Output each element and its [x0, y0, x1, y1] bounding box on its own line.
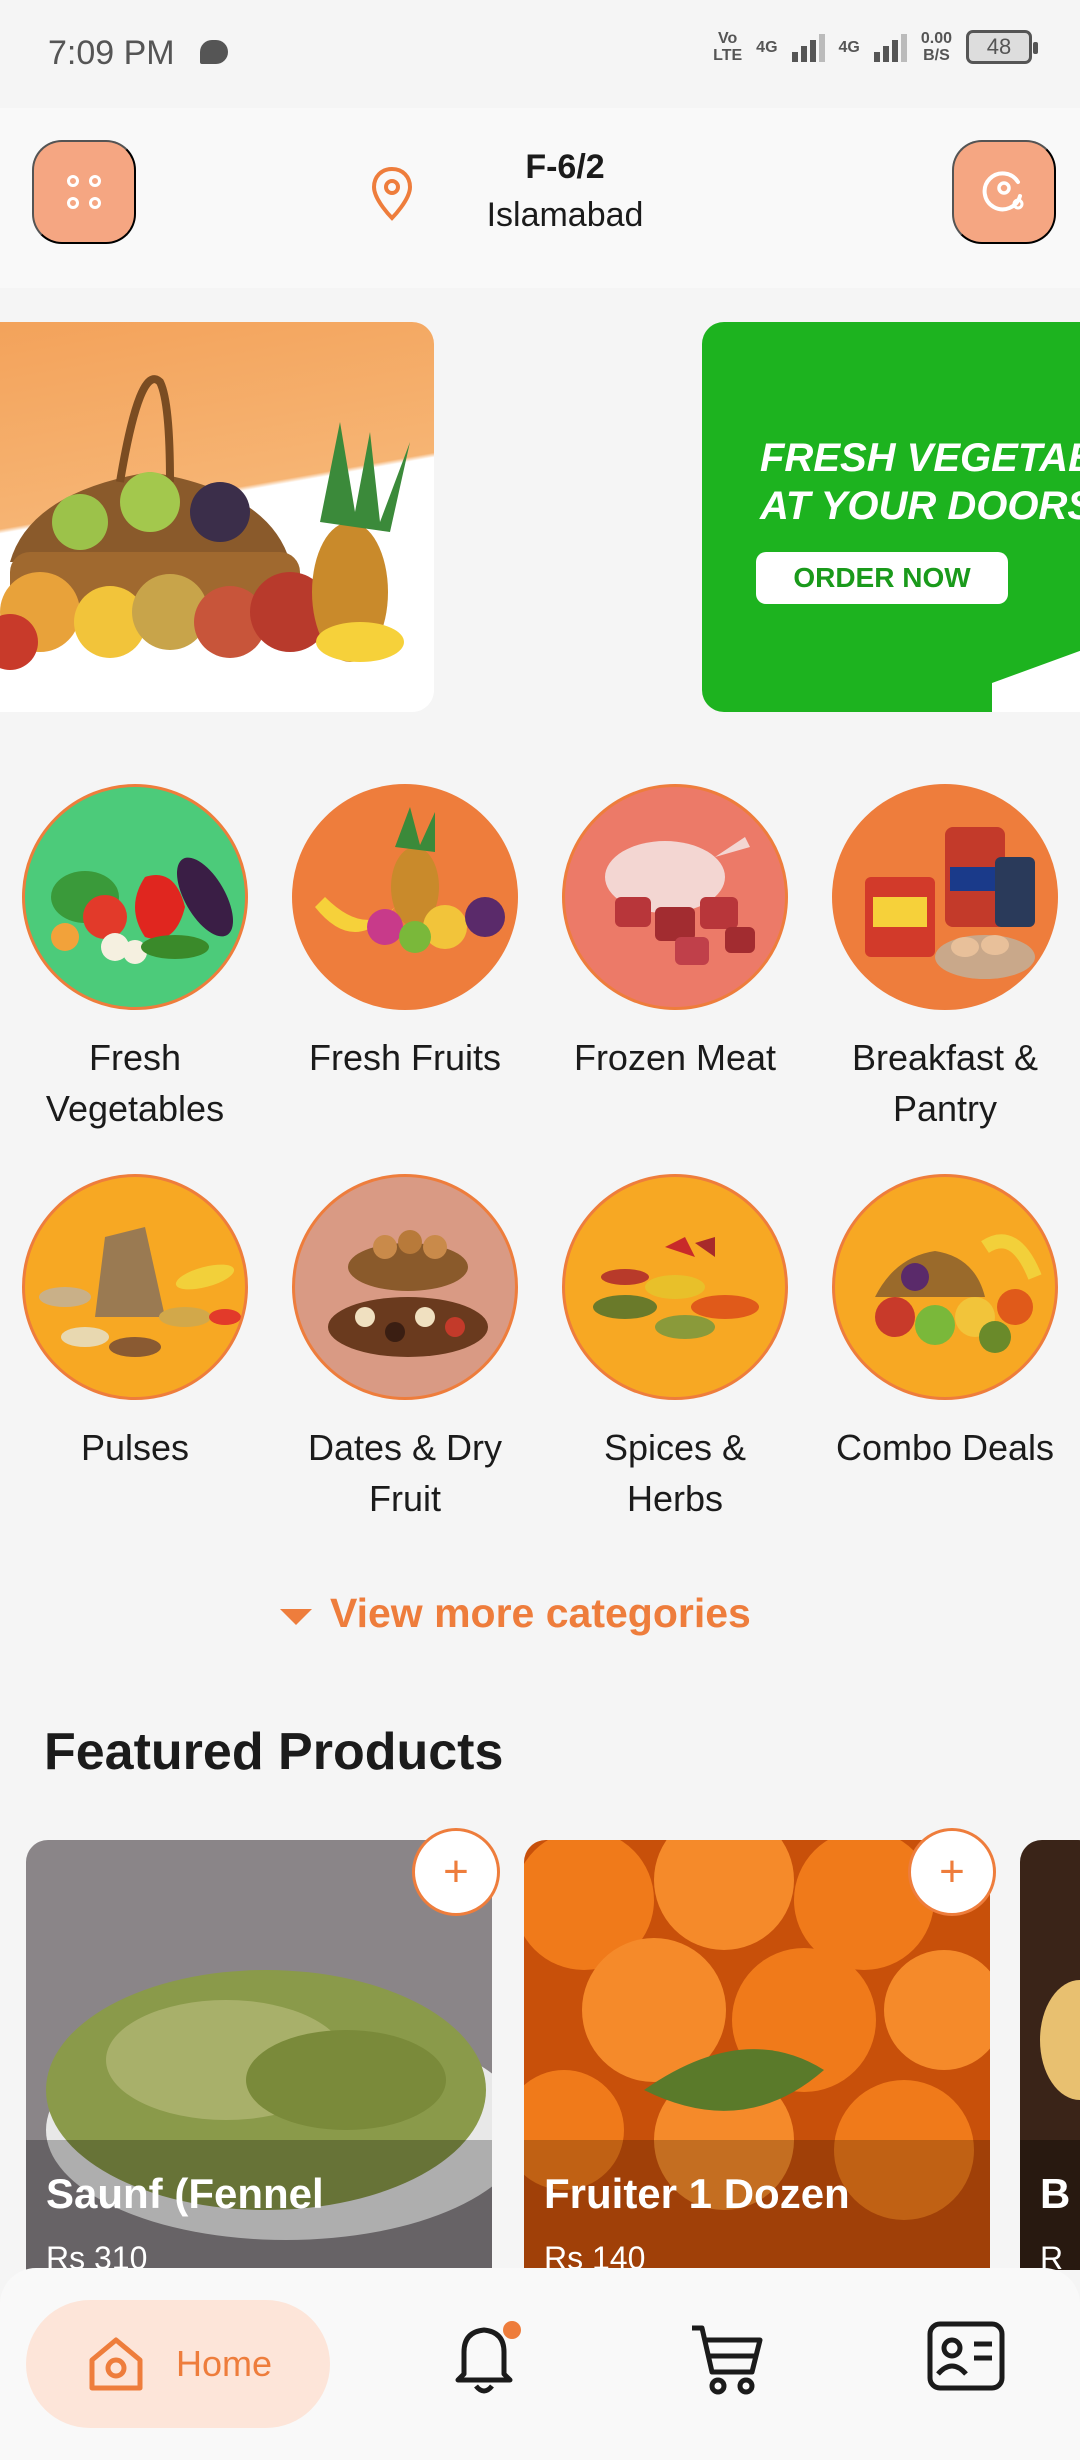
category-image: [562, 1174, 788, 1400]
product-price: Rs 310: [46, 2240, 148, 2270]
app-screen: 7:09 PM Vo LTE 4G 4G 0.00 B/S 48 F-6/2 I…: [0, 0, 1080, 2460]
battery-level: 48: [986, 34, 1012, 59]
nav-home-tab[interactable]: Home: [26, 2300, 330, 2428]
order-now-button[interactable]: ORDER NOW: [756, 552, 1008, 604]
featured-products-heading: Featured Products: [44, 1723, 504, 1781]
add-to-cart-button[interactable]: +: [908, 1828, 996, 1916]
veg-banner-text: FRESH VEGETABLES AT YOUR DOORSTEP: [760, 436, 1080, 528]
category-frozen-meat[interactable]: Frozen Meat: [540, 784, 810, 1083]
category-label: Frozen Meat: [573, 1037, 777, 1078]
chat-bubble-icon: [200, 40, 228, 64]
category-label: Fresh Vegetables: [45, 1037, 225, 1129]
location-area[interactable]: F-6/2: [430, 148, 700, 187]
product-price: R: [1040, 2240, 1064, 2270]
category-image: [22, 784, 248, 1010]
category-combo-deals[interactable]: Combo Deals: [810, 1174, 1080, 1473]
fruit-basket-illustration: [0, 375, 410, 670]
app-header: F-6/2 Islamabad: [0, 108, 1080, 288]
view-more-label: View more categories: [330, 1590, 751, 1636]
battery-icon: 48: [966, 30, 1038, 64]
fruit-basket-banner[interactable]: [0, 322, 434, 712]
location-city[interactable]: Islamabad: [430, 196, 700, 235]
product-card[interactable]: B R: [1020, 1840, 1080, 2270]
category-label: Dates & Dry Fruit: [307, 1427, 503, 1519]
category-label: Pulses: [80, 1427, 190, 1468]
signal-icon-2: [873, 32, 907, 62]
network-type-1: 4G: [756, 38, 778, 56]
bottom-navigation: Home: [0, 2268, 1080, 2460]
category-image: [832, 784, 1058, 1010]
caret-down-icon: [280, 1608, 312, 1625]
fruits-icon: [315, 807, 505, 953]
category-label: Fresh Fruits: [308, 1037, 502, 1078]
category-label: Breakfast & Pantry: [851, 1037, 1039, 1129]
profile-refresh-icon: [982, 171, 1024, 212]
notification-bell-icon[interactable]: [448, 2318, 524, 2398]
grid-dots-icon: [67, 175, 101, 209]
category-spices-herbs[interactable]: Spices & Herbs: [540, 1174, 810, 1524]
category-fresh-fruits[interactable]: Fresh Fruits: [270, 784, 540, 1083]
profile-button[interactable]: [952, 140, 1056, 244]
category-image: [562, 784, 788, 1010]
dry-fruit-icon: [328, 1230, 488, 1357]
combo-basket-icon: [875, 1234, 1042, 1353]
category-label: Spices & Herbs: [603, 1427, 747, 1519]
nav-home-label: Home: [175, 2343, 273, 2384]
category-image: [22, 1174, 248, 1400]
volte-indicator: Vo LTE: [713, 30, 743, 64]
category-image: [292, 784, 518, 1010]
status-bar: 7:09 PM Vo LTE 4G 4G 0.00 B/S 48: [0, 0, 1080, 108]
location-pin-icon[interactable]: [370, 166, 414, 222]
pantry-icon: [865, 827, 1035, 979]
product-card[interactable]: Saunf (Fennel Rs 310: [26, 1840, 492, 2270]
category-dates-dry-fruit[interactable]: Dates & Dry Fruit: [270, 1174, 540, 1524]
category-image: [292, 1174, 518, 1400]
category-breakfast-pantry[interactable]: Breakfast & Pantry: [810, 784, 1080, 1134]
view-more-categories-link[interactable]: View more categories: [280, 1590, 751, 1637]
home-icon: [89, 2337, 143, 2391]
account-card-icon[interactable]: [926, 2318, 1006, 2394]
spices-icon: [593, 1237, 759, 1339]
product-name: Fruiter 1 Dozen: [544, 2170, 850, 2217]
signal-icon-1: [791, 32, 825, 62]
cart-icon[interactable]: [686, 2318, 766, 2398]
data-speed: 0.00 B/S: [920, 30, 952, 64]
category-label: Combo Deals: [835, 1427, 1055, 1468]
product-name: Saunf (Fennel: [46, 2170, 324, 2217]
status-time: 7:09 PM: [48, 34, 175, 72]
meat-icon: [605, 837, 755, 965]
category-pulses[interactable]: Pulses: [0, 1174, 270, 1473]
fresh-vegetables-banner[interactable]: FRESH VEGETABLES AT YOUR DOORSTEP ORDER …: [702, 322, 1080, 712]
vegetables-icon: [51, 857, 233, 964]
menu-button[interactable]: [32, 140, 136, 244]
network-type-2: 4G: [838, 38, 860, 56]
product-name: B: [1040, 2170, 1071, 2217]
product-card[interactable]: Fruiter 1 Dozen Rs 140: [524, 1840, 990, 2270]
category-fresh-vegetables[interactable]: Fresh Vegetables: [0, 784, 270, 1134]
pulses-icon: [39, 1227, 241, 1357]
product-price: Rs 140: [544, 2240, 646, 2270]
add-to-cart-button[interactable]: +: [412, 1828, 500, 1916]
status-icons: Vo LTE 4G 4G 0.00 B/S 48: [713, 30, 1038, 64]
category-image: [832, 1174, 1058, 1400]
